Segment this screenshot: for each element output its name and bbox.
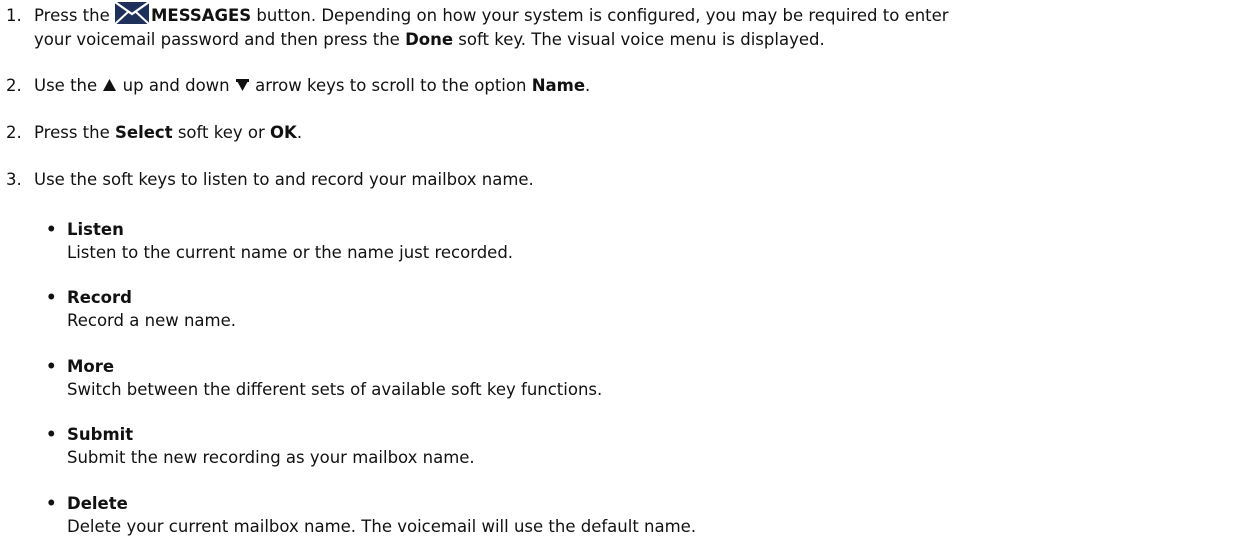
softkey-name: Submit bbox=[67, 425, 134, 444]
list-item: • More Switch between the different sets … bbox=[46, 355, 1196, 401]
softkey-description: Record a new name. bbox=[67, 311, 236, 330]
select-softkey-label: Select bbox=[115, 123, 173, 142]
step-text: your voicemail password and then press t… bbox=[34, 30, 406, 49]
step-text: . bbox=[585, 76, 591, 95]
step-1: 1. Press the MESSAGES button. Depending o… bbox=[6, 1, 1244, 52]
step-2-select: 2. Press the Select soft key or OK. bbox=[6, 121, 1244, 145]
done-softkey-label: Done bbox=[405, 30, 454, 49]
softkey-name: Delete bbox=[67, 494, 128, 513]
softkey-description: Submit the new recording as your mailbox… bbox=[67, 448, 475, 467]
softkey-name: Record bbox=[67, 288, 132, 307]
document-body: 1. Press the MESSAGES button. Depending o… bbox=[0, 0, 1244, 545]
list-item: • Record Record a new name. bbox=[46, 286, 1196, 332]
step-text: Press the bbox=[34, 6, 115, 25]
envelope-icon bbox=[114, 1, 150, 25]
step-text: Press the bbox=[34, 123, 115, 142]
step-number: 3. bbox=[6, 170, 22, 189]
down-arrow-icon bbox=[235, 75, 250, 91]
step-text: arrow keys to scroll to the option bbox=[249, 76, 532, 95]
step-3: 3. Use the soft keys to listen to and rec… bbox=[6, 168, 1244, 192]
messages-button-label: MESSAGES bbox=[151, 6, 252, 25]
bullet-icon: • bbox=[46, 220, 57, 239]
step-text: . bbox=[296, 123, 303, 142]
bullet-icon: • bbox=[46, 288, 57, 307]
step-text: Use the bbox=[34, 76, 103, 95]
up-arrow-icon bbox=[102, 75, 117, 91]
step-number: 2. bbox=[6, 123, 22, 142]
list-item: • Submit Submit the new recording as your… bbox=[46, 423, 1196, 469]
bullet-icon: • bbox=[46, 357, 57, 376]
softkey-description: Delete your current mailbox name. The vo… bbox=[67, 517, 697, 536]
ok-key-label: OK bbox=[270, 123, 297, 142]
step-text: button. Depending on how your system is … bbox=[251, 6, 949, 25]
step-continuation: your voicemail password and then press t… bbox=[6, 28, 1244, 52]
name-option-label: Name bbox=[531, 76, 586, 95]
softkey-description: Listen to the current name or the name j… bbox=[67, 243, 514, 262]
softkey-description: Switch between the different sets of ava… bbox=[67, 380, 603, 399]
step-number: 2. bbox=[6, 76, 22, 95]
bullet-icon: • bbox=[46, 425, 57, 444]
list-item: • Listen Listen to the current name or th… bbox=[46, 218, 1196, 264]
softkey-name: More bbox=[67, 357, 115, 376]
step-text: Use the soft keys to listen to and recor… bbox=[34, 170, 534, 189]
step-text: soft key or bbox=[172, 123, 271, 142]
bullet-icon: • bbox=[46, 494, 57, 513]
step-text: soft key. The visual voice menu is displ… bbox=[453, 30, 825, 49]
list-item: • Delete Delete your current mailbox name… bbox=[46, 492, 1196, 538]
softkey-name: Listen bbox=[67, 220, 124, 239]
step-2-arrows: 2. Use the up and down arrow keys to scro… bbox=[6, 74, 1244, 98]
step-number: 1. bbox=[6, 6, 22, 25]
step-text: up and down bbox=[117, 76, 235, 95]
